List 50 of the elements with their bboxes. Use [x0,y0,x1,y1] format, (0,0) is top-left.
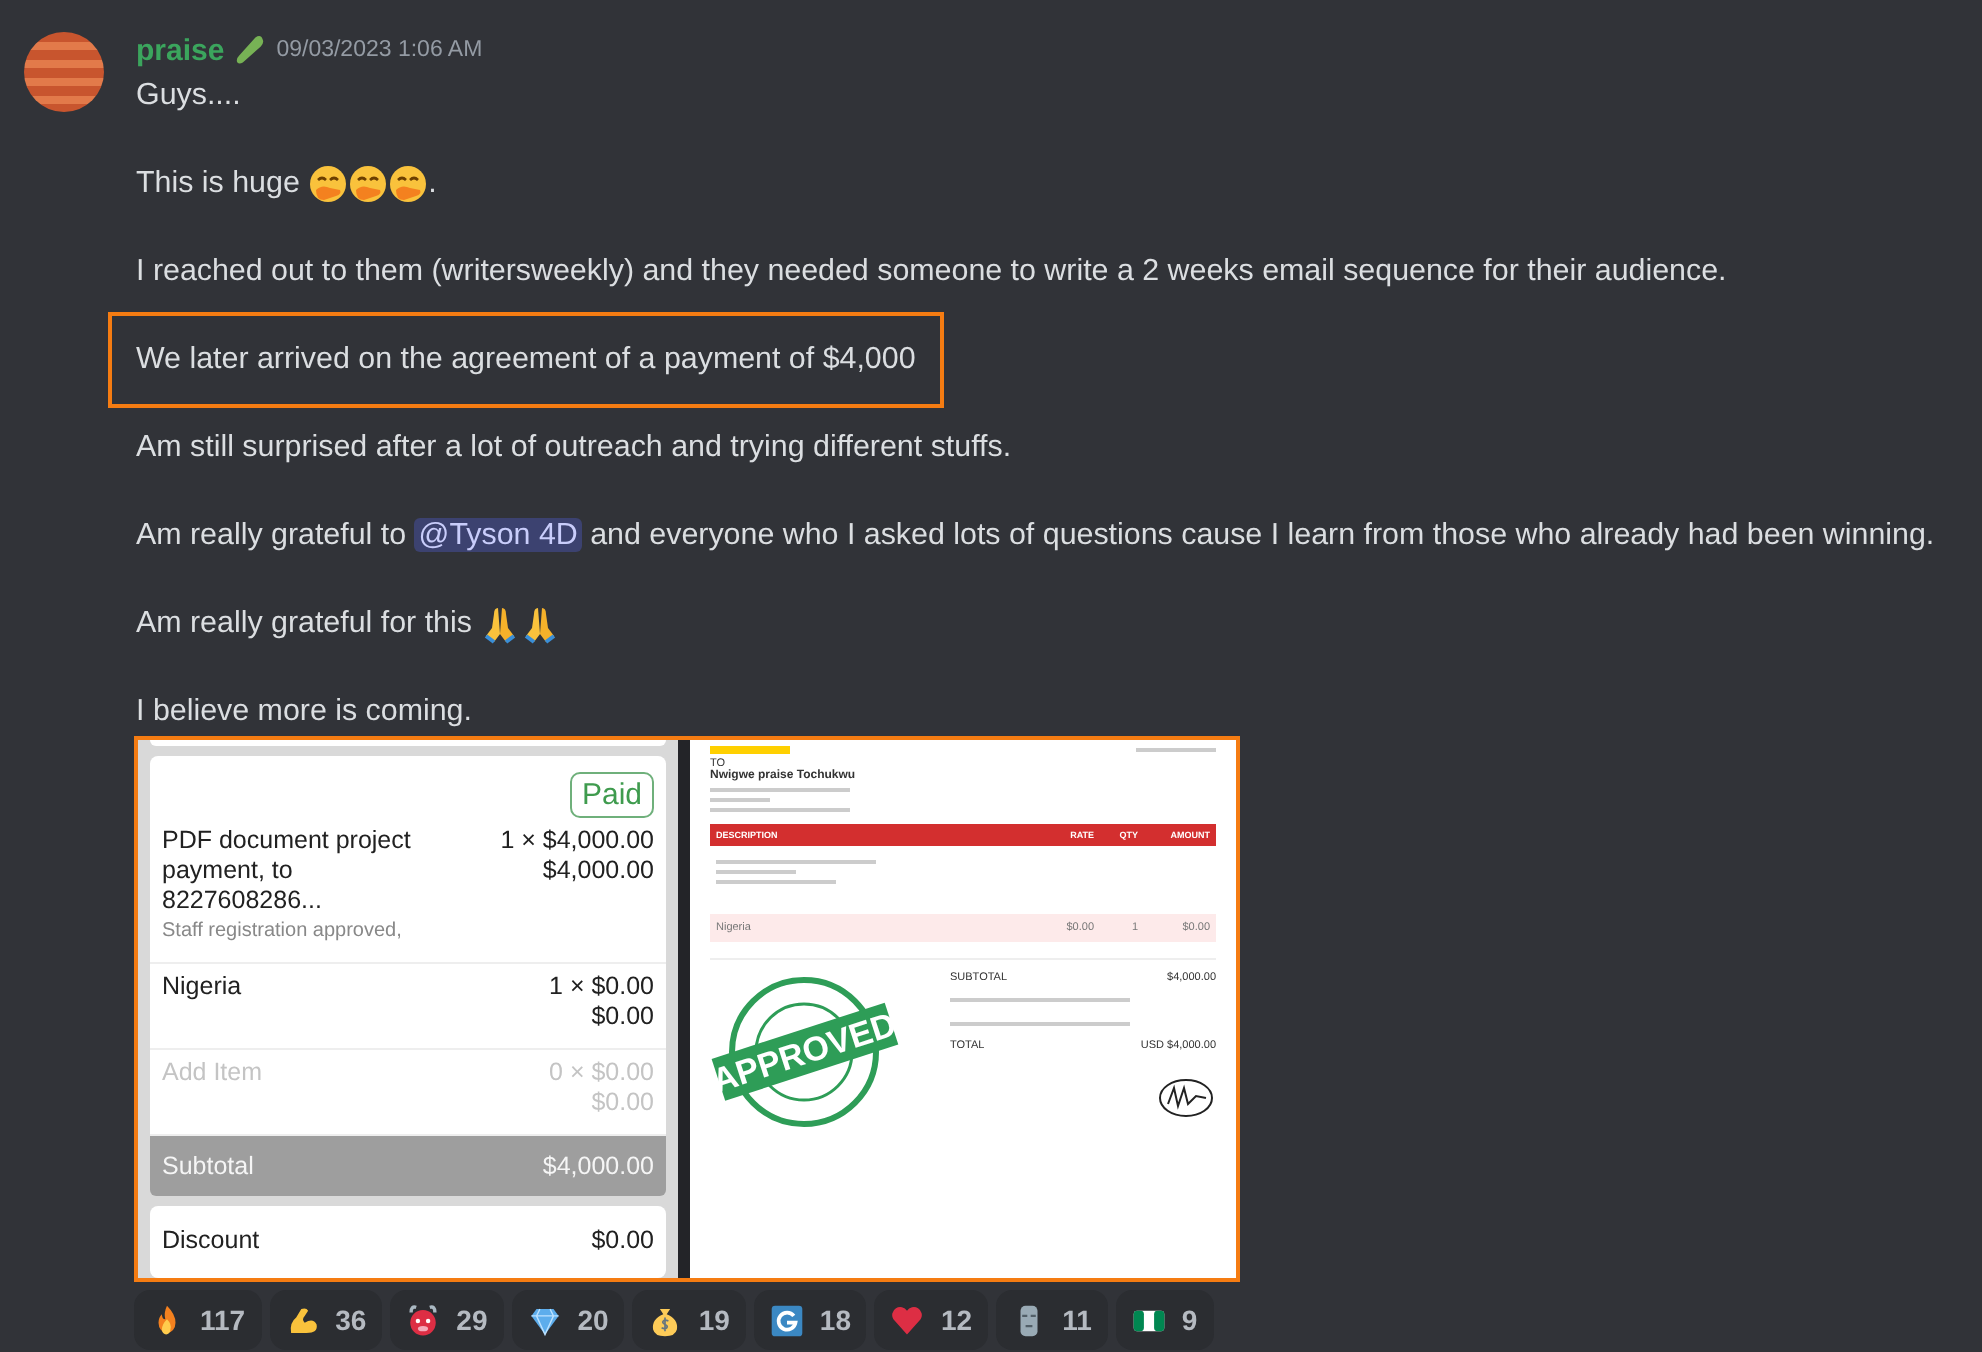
item-name: Add Item [162,1058,265,1088]
hand-over-mouth-emoji-icon [308,163,349,204]
horned-face-icon [406,1303,441,1337]
user-avatar[interactable] [24,32,104,112]
flexed-biceps-icon [285,1303,320,1337]
reaction-button[interactable]: 36 [269,1290,383,1350]
reaction-button[interactable]: 19 [632,1290,746,1350]
message-text: Am really grateful for this [136,606,561,640]
subtotal-label: Subtotal [162,1152,254,1180]
reaction-button[interactable]: 18 [753,1290,867,1350]
message-text: Am really grateful to @Tyson 4D and everyone who I asked lots of questions cause I learn from those who already had been winning. [136,518,1935,552]
timestamp: 09/03/2023 1:06 AM [276,38,483,62]
message-text: Am still surprised after a lot of outreach and trying different stuffs. [136,430,1012,464]
reaction-button[interactable]: 20 [511,1290,625,1350]
message-text: We later arrived on the agreement of a payment of $4,000 [136,342,916,376]
item-name: PDF document project payment, to 8227608286... [162,826,413,916]
money-bag-icon [648,1303,683,1337]
subtotal-value: $4,000.00 [542,1152,654,1180]
message-text: This is huge . [136,166,437,200]
reaction-button[interactable]: 11 [996,1290,1108,1350]
item-quantity: 1 × $4,000.00 [500,826,654,856]
discount-value: $0.00 [591,1226,654,1254]
item-total: $0.00 [589,1088,654,1118]
hand-over-mouth-emoji-icon [388,163,429,204]
message-text: Guys.... [136,78,241,112]
item-name: Nigeria [162,972,244,1002]
message-text: I reached out to them (writersweekly) and they needed someone to write a 2 weeks email sequence for their audience. [136,254,1727,288]
praying-hands-emoji-icon [480,603,521,644]
letter-tile-icon [769,1303,804,1337]
invoice-screenshot[interactable] [134,736,1240,1282]
item-note: Staff registration approved, [162,918,404,946]
username[interactable]: praise [136,33,225,67]
message-text: I believe more is coming. [136,694,472,728]
item-quantity: 1 × $0.00 [549,972,654,1002]
item-total: $4,000.00 [540,856,654,886]
cucumber-icon [232,32,269,68]
signature-drawing [1156,1076,1216,1120]
reaction-button[interactable]: 12 [874,1290,989,1350]
hand-over-mouth-emoji-icon [348,163,389,204]
item-total: $0.00 [589,1002,654,1032]
paid-badge: Paid [569,772,654,818]
reaction-button[interactable]: 29 [390,1290,504,1350]
praying-hands-emoji-icon [520,603,561,644]
gem-icon [527,1303,562,1337]
reaction-button[interactable]: 9 [1115,1290,1214,1350]
item-quantity: 0 × $0.00 [549,1058,654,1088]
reaction-button[interactable]: 117 [134,1290,262,1350]
discount-label: Discount [162,1226,260,1254]
heart-icon [890,1303,925,1337]
user-mention[interactable]: @Tyson 4D [414,518,582,552]
